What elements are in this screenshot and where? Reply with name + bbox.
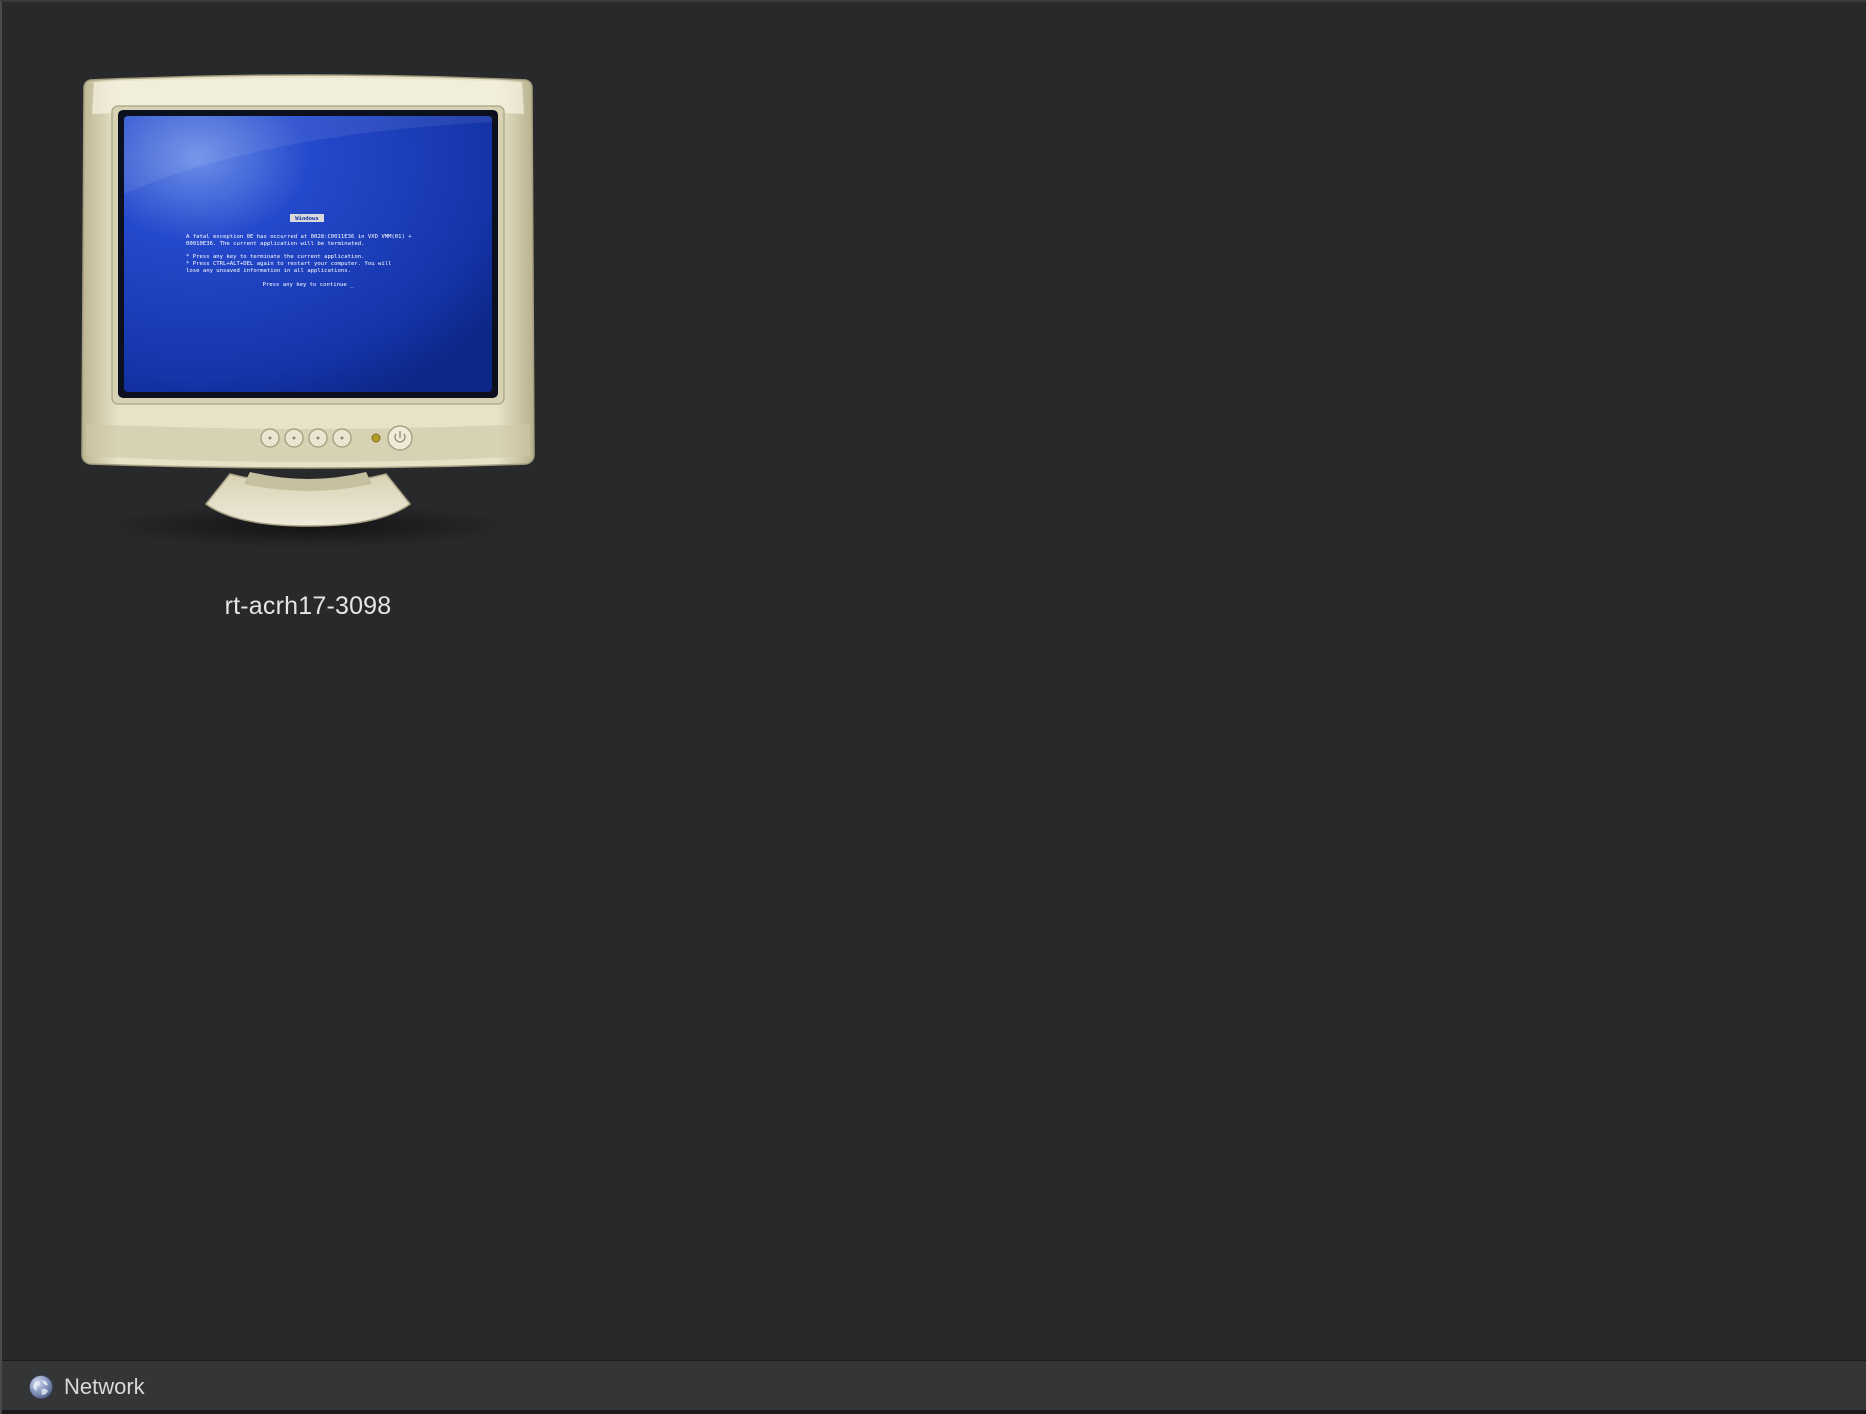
bsod-line: lose any unsaved information in all appl…: [186, 268, 351, 274]
window-bottom-edge: [2, 1410, 1866, 1414]
bsod-line: A fatal exception 0E has occurred at 002…: [186, 234, 412, 240]
finder-window: Windows A fatal exception 0E has occurre…: [0, 0, 1866, 1414]
bsod-title: Windows: [295, 216, 319, 222]
bsod-line: 00010E36. The current application will b…: [186, 241, 365, 247]
bsod-line: * Press CTRL+ALT+DEL again to restart yo…: [186, 261, 391, 267]
bsod-line: * Press any key to terminate the current…: [186, 254, 365, 260]
path-item-label: Network: [64, 1374, 145, 1399]
path-bar: Network: [2, 1360, 1866, 1412]
computer-item[interactable]: Windows A fatal exception 0E has occurre…: [80, 74, 536, 634]
network-globe-icon: [29, 1375, 53, 1399]
bsod-line: Press any key to continue _: [263, 282, 355, 288]
crt-monitor-icon[interactable]: Windows A fatal exception 0E has occurre…: [80, 74, 536, 554]
network-browser-content[interactable]: Windows A fatal exception 0E has occurre…: [2, 2, 1866, 1360]
computer-name-label: rt-acrh17-3098: [224, 592, 392, 620]
path-item-network[interactable]: Network: [28, 1373, 145, 1401]
